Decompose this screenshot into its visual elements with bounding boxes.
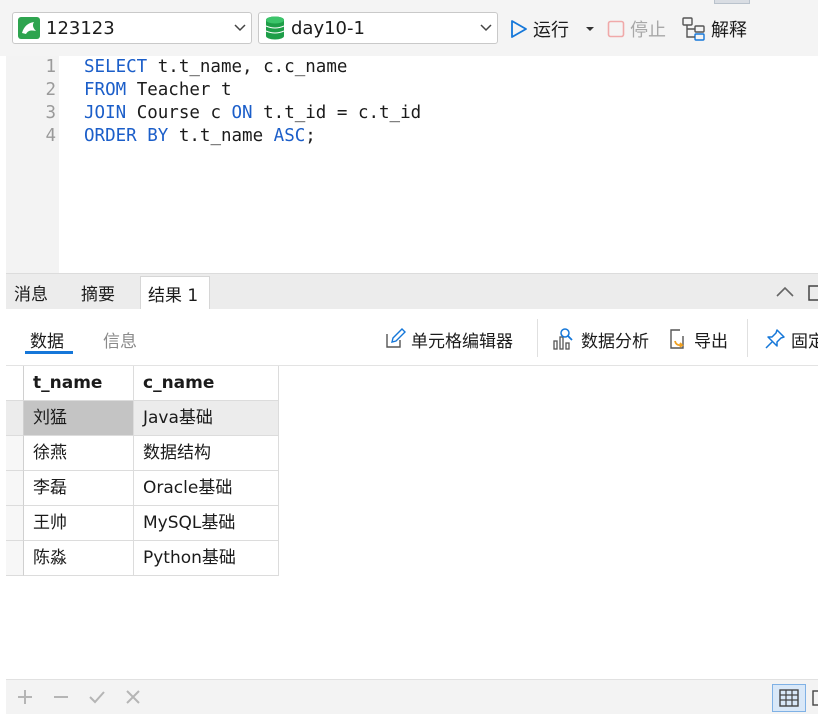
add-record-icon[interactable] xyxy=(16,688,34,706)
edit-pencil-icon xyxy=(386,328,406,348)
tab-result-1-label: 结果 1 xyxy=(148,286,199,306)
run-label: 运行 xyxy=(533,20,569,41)
sql-keyword: ON xyxy=(231,103,253,123)
tab-messages-label: 消息 xyxy=(14,284,48,305)
export-icon xyxy=(670,329,684,349)
grid-view-button[interactable] xyxy=(772,684,806,712)
stop-button[interactable]: 停止 xyxy=(607,14,666,44)
table-cell-t-name[interactable]: 徐燕 xyxy=(24,436,134,471)
tab-info[interactable]: 信息 xyxy=(103,327,137,352)
table-cell-c-name[interactable]: 数据结构 xyxy=(134,436,279,471)
stop-icon xyxy=(607,20,625,38)
result-tabs: 消息 摘要 结果 1 xyxy=(6,273,818,310)
database-label: day10-1 xyxy=(291,17,365,39)
sql-text: Teacher t xyxy=(126,80,232,100)
code-line[interactable]: SELECT t.t_name, c.c_name xyxy=(84,56,347,79)
table-cell-c-name[interactable]: Java基础 xyxy=(134,401,279,436)
line-number: 3 xyxy=(45,103,56,123)
discard-changes-icon[interactable] xyxy=(124,688,142,706)
column-header-c-name[interactable]: c_name xyxy=(134,366,279,401)
result-grid[interactable]: t_name c_name 刘猛 Java基础 徐燕 数据结构 李磊 Oracle基础 王帅… xyxy=(6,366,818,679)
connection-label: 123123 xyxy=(46,17,115,39)
sql-keyword: ORDER BY xyxy=(84,126,169,146)
play-icon xyxy=(511,20,527,38)
chevron-down-icon xyxy=(475,13,497,43)
toolbar-divider xyxy=(537,319,538,357)
delete-record-icon[interactable] xyxy=(52,688,70,706)
table-cell-c-name[interactable]: MySQL基础 xyxy=(134,506,279,541)
sql-editor[interactable]: 1 SELECT t.t_name, c.c_name 2 FROM Teacher … xyxy=(6,56,818,273)
table-cell-t-name[interactable]: 李磊 xyxy=(24,471,134,506)
code-line[interactable]: JOIN Course c ON t.t_id = c.t_id xyxy=(84,102,421,125)
table-cell-t-name[interactable]: 刘猛 xyxy=(24,401,134,436)
tab-messages[interactable]: 消息 xyxy=(14,274,70,310)
connection-select[interactable]: 123123 xyxy=(12,12,252,44)
tab-summary[interactable]: 摘要 xyxy=(81,274,137,310)
sql-text: Course c xyxy=(126,103,232,123)
explain-button[interactable]: 解释 xyxy=(682,14,747,44)
tab-data[interactable]: 数据 xyxy=(30,327,64,352)
form-view-icon[interactable] xyxy=(812,690,818,706)
sql-keyword: FROM xyxy=(84,80,127,100)
cell-editor-button[interactable]: 单元格编辑器 xyxy=(384,325,513,353)
sql-text: t.t_name, c.c_name xyxy=(147,57,348,77)
pin-label: 固定 xyxy=(791,331,818,352)
data-analysis-button[interactable]: 数据分析 xyxy=(552,325,649,353)
mysql-connection-icon xyxy=(18,17,40,39)
grid-action-bar xyxy=(6,679,818,714)
pin-button[interactable]: 固定 xyxy=(764,325,818,353)
sql-keyword: JOIN xyxy=(84,103,127,123)
row-selector[interactable] xyxy=(6,436,24,471)
explain-label: 解释 xyxy=(711,20,747,41)
sql-text: t.t_id = c.t_id xyxy=(252,103,422,123)
result-toolbar: 数据 信息 单元格编辑器 数据分析 导出 固定 xyxy=(6,309,818,366)
cell-editor-label: 单元格编辑器 xyxy=(411,331,513,352)
apply-changes-icon[interactable] xyxy=(88,688,106,706)
table-cell-t-name[interactable]: 陈淼 xyxy=(24,541,134,576)
grid-corner xyxy=(6,366,24,401)
database-select[interactable]: day10-1 xyxy=(258,12,498,44)
run-button[interactable]: 运行 xyxy=(510,14,569,44)
row-selector[interactable] xyxy=(6,506,24,541)
grid-view-icon xyxy=(779,689,799,707)
maximize-icon[interactable] xyxy=(808,285,818,301)
row-selector[interactable] xyxy=(6,401,24,436)
caret-down-icon xyxy=(586,27,594,31)
toolbar-divider xyxy=(747,319,748,357)
sql-keyword: ASC xyxy=(273,126,306,146)
sql-text: ; xyxy=(305,126,316,146)
chevron-down-icon xyxy=(229,13,251,43)
data-analysis-label: 数据分析 xyxy=(581,331,649,352)
row-selector[interactable] xyxy=(6,541,24,576)
table-cell-t-name[interactable]: 王帅 xyxy=(24,506,134,541)
line-number: 4 xyxy=(45,126,56,146)
analysis-chart-icon xyxy=(553,328,573,350)
column-header-t-name[interactable]: t_name xyxy=(24,366,134,401)
export-button[interactable]: 导出 xyxy=(667,325,728,353)
export-label: 导出 xyxy=(694,331,728,352)
table-cell-c-name[interactable]: Oracle基础 xyxy=(134,471,279,506)
line-number: 2 xyxy=(45,80,56,100)
table-cell-c-name[interactable]: Python基础 xyxy=(134,541,279,576)
row-selector[interactable] xyxy=(6,471,24,506)
run-options-button[interactable] xyxy=(585,14,600,44)
explain-plan-icon xyxy=(682,17,705,41)
stop-label: 停止 xyxy=(630,20,666,41)
tab-result-1[interactable]: 结果 1 xyxy=(140,276,210,310)
line-number: 1 xyxy=(45,57,56,77)
active-tab-indicator xyxy=(25,351,73,354)
toolbar: 123123 day10-1 运行 停止 解释 xyxy=(0,0,818,56)
sql-keyword: SELECT xyxy=(84,57,148,77)
chevron-up-icon[interactable] xyxy=(776,286,794,297)
window-tab-handle[interactable] xyxy=(714,0,750,4)
code-line[interactable]: FROM Teacher t xyxy=(84,79,232,102)
sql-text: t.t_name xyxy=(168,126,274,146)
pin-icon xyxy=(765,329,785,349)
tab-summary-label: 摘要 xyxy=(81,284,115,305)
code-line[interactable]: ORDER BY t.t_name ASC; xyxy=(84,125,316,148)
database-icon xyxy=(265,16,285,40)
